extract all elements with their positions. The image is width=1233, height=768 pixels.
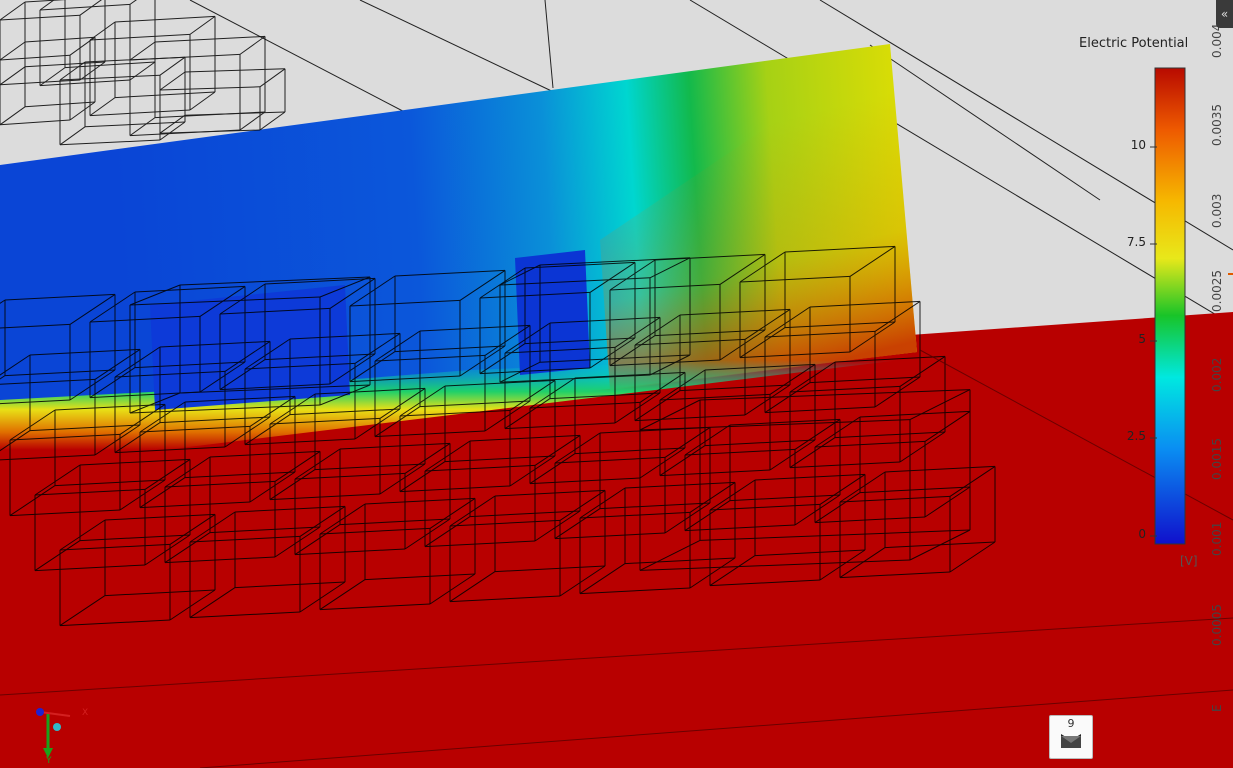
axis-tick-label: E xyxy=(1210,704,1224,712)
legend-tick-label: 2.5 xyxy=(1126,429,1146,443)
axis-marker xyxy=(1228,273,1233,275)
legend-color-bar xyxy=(1154,67,1186,545)
double-chevron-left-icon: « xyxy=(1220,7,1229,21)
legend-tick-label: 0 xyxy=(1138,527,1146,541)
axis-tick-label: 0.0025 xyxy=(1210,270,1224,312)
axis-triad-icon xyxy=(36,708,71,758)
collapse-panel-button[interactable]: « xyxy=(1216,0,1233,28)
axis-triad: X Y xyxy=(22,700,102,768)
legend-unit: [V] xyxy=(1180,554,1198,568)
triad-y-label: Y xyxy=(46,756,52,766)
legend-tick-label: 7.5 xyxy=(1126,235,1146,249)
legend-tick-label: 10 xyxy=(1130,138,1146,152)
axis-tick-label: 0.0005 xyxy=(1210,604,1224,646)
simulation-scene[interactable] xyxy=(0,0,1233,768)
triad-x-label: X xyxy=(82,708,89,718)
notifications-button[interactable]: 9 xyxy=(1049,715,1093,759)
axis-tick-label: 0.0015 xyxy=(1210,438,1224,480)
3d-viewport[interactable]: Electric Potential 10 7.5 5 2.5 0 [V] 0.… xyxy=(0,0,1233,768)
axis-tick-label: 0.0035 xyxy=(1210,104,1224,146)
axis-tick-label: 0.001 xyxy=(1210,521,1224,556)
axis-tick-label: 0.002 xyxy=(1210,357,1224,392)
notification-count: 9 xyxy=(1067,717,1075,730)
envelope-icon xyxy=(1061,734,1081,748)
legend-title: Electric Potential xyxy=(1079,36,1189,51)
axis-tick-label: 0.003 xyxy=(1210,193,1224,228)
axis-tick-label: 0.004 xyxy=(1210,23,1224,58)
legend-tick-label: 5 xyxy=(1138,332,1146,346)
